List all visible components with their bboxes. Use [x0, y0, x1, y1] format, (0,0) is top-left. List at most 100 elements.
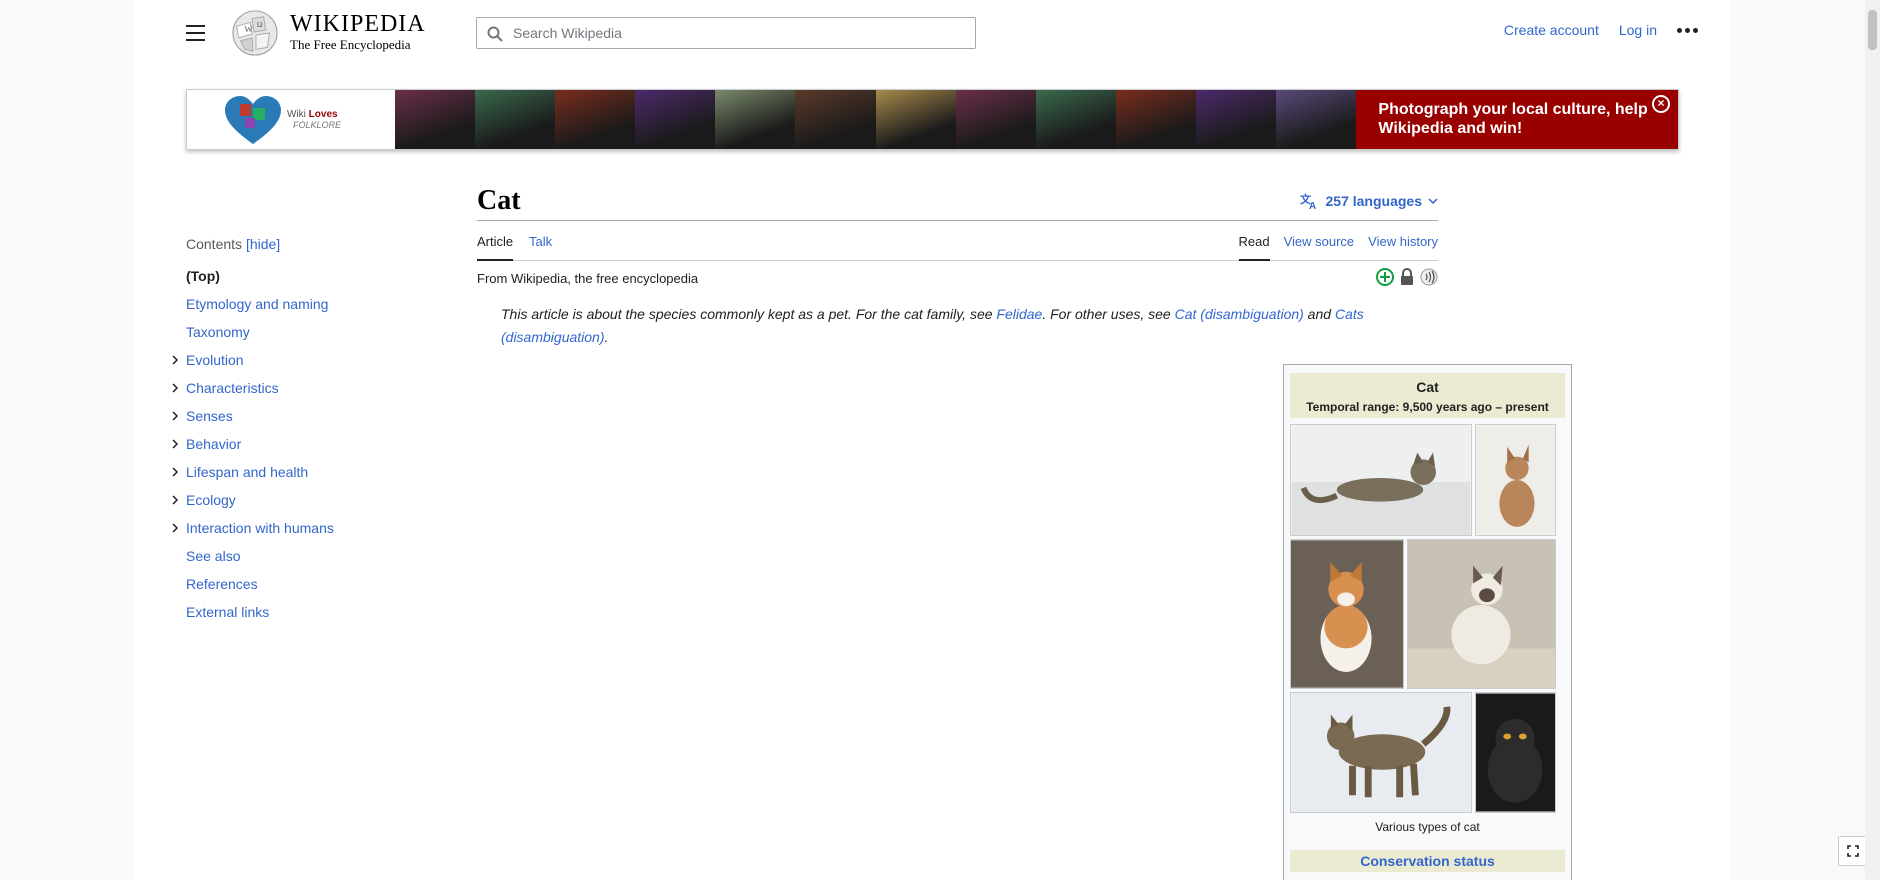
black-cat-image[interactable]: [1475, 692, 1556, 813]
hatnote-text: This article is about the species common…: [501, 306, 997, 322]
tab-article[interactable]: Article: [477, 234, 514, 261]
hatnote: This article is about the species common…: [477, 303, 1397, 349]
banner-logo-text: Wiki Loves: [287, 109, 338, 120]
svg-text:W: W: [244, 24, 253, 34]
toc-item[interactable]: References: [186, 574, 446, 602]
toc-item-label: Taxonomy: [186, 324, 250, 340]
search-icon: [487, 26, 503, 42]
banner-photo-strip: [394, 90, 1357, 149]
infobox-title: Cat: [1416, 379, 1439, 395]
toc-item[interactable]: Taxonomy: [186, 322, 446, 350]
toc-item[interactable]: (Top): [186, 266, 446, 294]
infobox-temporal-range: Temporal range: 9,500 years ago – presen…: [1306, 400, 1549, 414]
user-links: Create account Log in: [1504, 22, 1698, 38]
from-wikipedia-text: From Wikipedia, the free encyclopedia: [477, 271, 699, 286]
toc-item[interactable]: See also: [186, 546, 446, 574]
tabby-cat-lying-image[interactable]: [1290, 424, 1472, 536]
banner-cta-text: Photograph your local culture, help Wiki…: [1378, 101, 1648, 137]
banner-cta[interactable]: Photograph your local culture, help Wiki…: [1356, 90, 1678, 149]
tab-talk[interactable]: Talk: [529, 234, 552, 259]
wiki-loves-folklore-banner[interactable]: Wiki Loves FOLKLORE Photograph your loca…: [186, 89, 1679, 150]
toc-item-label: See also: [186, 548, 241, 564]
toc-item[interactable]: Ecology: [172, 490, 446, 518]
more-options-icon[interactable]: [1677, 24, 1698, 37]
hatnote-link-felidae[interactable]: Felidae: [996, 306, 1042, 322]
tab-read[interactable]: Read: [1238, 234, 1270, 261]
infobox: Cat Temporal range: 9,500 years ago – pr…: [1283, 364, 1572, 880]
banner-photo: [1035, 90, 1116, 149]
title-row: Cat 文 A 257 languages: [477, 184, 1438, 221]
infobox-header: Cat Temporal range: 9,500 years ago – pr…: [1290, 373, 1565, 418]
toc-item[interactable]: Interaction with humans: [172, 518, 446, 546]
page: W Ω WIKIPEDIA The Free Encyclopedia Crea…: [134, 0, 1730, 880]
toc-item[interactable]: Evolution: [172, 350, 446, 378]
toc-item[interactable]: Lifespan and health: [172, 462, 446, 490]
hatnote-link-cat-disambiguation[interactable]: Cat (disambiguation): [1175, 306, 1304, 322]
infobox-caption: Various types of cat: [1375, 820, 1480, 834]
toc-item-label: Ecology: [186, 492, 236, 508]
scrollbar-thumb[interactable]: [1868, 10, 1877, 50]
banner-logo: Wiki Loves FOLKLORE: [187, 90, 395, 149]
hatnote-text-4: .: [604, 329, 609, 345]
toc-item-label: Characteristics: [186, 380, 279, 396]
siamese-cat-image[interactable]: [1407, 539, 1556, 689]
tab-view-history[interactable]: View history: [1368, 234, 1438, 261]
chevron-right-icon[interactable]: [169, 494, 181, 506]
create-account-link[interactable]: Create account: [1504, 22, 1599, 38]
search-box[interactable]: [476, 17, 976, 49]
banner-photo: [635, 90, 716, 149]
heart-puzzle-icon: [225, 96, 281, 144]
conservation-status-link[interactable]: Conservation status: [1290, 850, 1565, 872]
good-article-icon[interactable]: [1376, 268, 1394, 286]
banner-photo: [795, 90, 876, 149]
site-subtitle: From Wikipedia, the free encyclopedia: [477, 268, 1438, 291]
chevron-right-icon[interactable]: [169, 438, 181, 450]
toc-item[interactable]: Characteristics: [172, 378, 446, 406]
chevron-right-icon[interactable]: [169, 354, 181, 366]
search-input[interactable]: [513, 23, 953, 43]
page-indicators: [1376, 268, 1438, 286]
toc-item[interactable]: Senses: [172, 406, 446, 434]
expand-page-button[interactable]: [1838, 836, 1868, 866]
page-scrollbar[interactable]: [1865, 0, 1880, 880]
toc-item-label: References: [186, 576, 258, 592]
article: Cat 文 A 257 languages Article Talk Read …: [477, 184, 1572, 880]
view-tabs: Read View source View history: [1238, 234, 1438, 261]
toc-title: Contents: [186, 236, 243, 252]
banner-logo-folklore: FOLKLORE: [293, 120, 342, 130]
page-tabs: Article Talk Read View source View histo…: [477, 221, 1438, 261]
log-in-link[interactable]: Log in: [1619, 22, 1657, 38]
chevron-right-icon[interactable]: [169, 410, 181, 422]
spoken-article-icon[interactable]: [1420, 268, 1438, 286]
toc-hide-link[interactable]: [hide]: [246, 236, 280, 252]
toc-item-label: Senses: [186, 408, 233, 424]
main-menu-button[interactable]: [184, 21, 208, 45]
banner-photo: [955, 90, 1036, 149]
toc-list: (Top) Etymology and naming Taxonomy Evoluti…: [172, 266, 446, 630]
toc-item[interactable]: Behavior: [172, 434, 446, 462]
toc-item[interactable]: External links: [186, 602, 446, 630]
wikipedia-globe-logo[interactable]: W Ω: [230, 9, 280, 57]
hatnote-text-3: and: [1303, 306, 1335, 322]
orange-white-cat-image[interactable]: [1290, 539, 1404, 689]
tab-view-source[interactable]: View source: [1284, 234, 1355, 261]
banner-photo: [555, 90, 636, 149]
wordmark-title: WIKIPEDIA: [290, 11, 426, 37]
language-selector[interactable]: 文 A 257 languages: [1300, 192, 1439, 210]
chevron-right-icon[interactable]: [169, 466, 181, 478]
svg-text:Ω: Ω: [257, 20, 263, 29]
toc-item-label: Evolution: [186, 352, 244, 368]
toc-item[interactable]: Etymology and naming: [186, 294, 446, 322]
banner-photo: [394, 90, 475, 149]
abyssinian-cat-image[interactable]: [1475, 424, 1556, 536]
toc-item-label: Lifespan and health: [186, 464, 309, 480]
chevron-right-icon[interactable]: [169, 522, 181, 534]
lock-icon[interactable]: [1398, 268, 1416, 286]
banner-photo: [715, 90, 796, 149]
banner-photo: [1115, 90, 1197, 149]
wikipedia-wordmark[interactable]: WIKIPEDIA The Free Encyclopedia: [290, 12, 426, 53]
banner-close-button[interactable]: ×: [1652, 95, 1670, 113]
toc-header: Contents [hide]: [186, 236, 446, 252]
tabby-cat-snow-image[interactable]: [1290, 692, 1472, 813]
chevron-right-icon[interactable]: [169, 382, 181, 394]
